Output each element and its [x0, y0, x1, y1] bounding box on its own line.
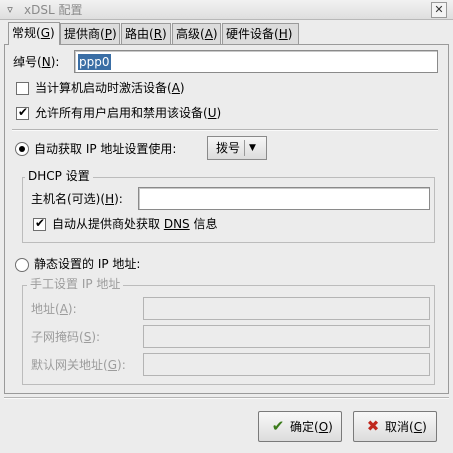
tab-label: 硬件设备: [226, 27, 275, 41]
combo-separator: [244, 140, 245, 156]
allow-users-mnemonic: U: [207, 106, 217, 120]
window-menu-icon[interactable]: ▿: [3, 3, 17, 17]
ip-method-value: 拨号: [216, 141, 241, 155]
ok-mnemonic: O: [318, 420, 329, 434]
address-label: 地址(A):: [31, 302, 77, 316]
activate-on-boot-mnemonic: A: [171, 81, 180, 95]
tab-mnemonic: H: [278, 27, 288, 41]
hostname-field[interactable]: [138, 187, 430, 210]
hostname-label: 主机名(可选)(H):: [31, 192, 123, 206]
auto-dns-mnemonic: DNS: [163, 217, 190, 231]
subnet-label-text: 子网掩码: [31, 330, 80, 344]
tab-mnemonic: P: [104, 27, 112, 41]
cancel-x-icon: ✖: [366, 417, 380, 435]
nickname-field[interactable]: ppp0: [74, 50, 438, 73]
nickname-mnemonic: N: [41, 55, 51, 69]
tab-mnemonic: A: [204, 27, 213, 41]
tab-provider[interactable]: 提供商(P): [60, 23, 120, 45]
dhcp-group-title: DHCP 设置: [25, 169, 93, 183]
gateway-mnemonic: G: [107, 358, 118, 372]
auto-ip-radio[interactable]: [15, 142, 29, 156]
tab-label: 常规: [12, 26, 37, 40]
cancel-button[interactable]: ✖ 取消(C): [353, 411, 437, 442]
static-ip-radio[interactable]: [15, 258, 29, 272]
tab-routing[interactable]: 路由(R): [121, 23, 171, 45]
allow-users-text: 允许所有用户启用和禁用该设备: [35, 106, 204, 120]
separator: [12, 129, 438, 131]
chevron-down-icon: ▼: [249, 143, 256, 153]
hostname-mnemonic: H: [105, 192, 115, 206]
window-titlebar: ▿ xDSL 配置 ✕: [0, 0, 453, 20]
ok-button[interactable]: ✔ 确定(O): [258, 411, 342, 442]
tab-general[interactable]: 常规(G): [8, 22, 60, 45]
window-title: xDSL 配置: [24, 3, 83, 17]
allow-users-label[interactable]: 允许所有用户启用和禁用该设备(U): [35, 105, 221, 121]
activate-on-boot-label[interactable]: 当计算机启动时激活设备(A): [35, 80, 185, 96]
ok-button-label: 确定(O): [290, 420, 333, 434]
address-mnemonic: A: [59, 302, 68, 316]
tab-hardware[interactable]: 硬件设备(H): [222, 23, 299, 45]
close-icon[interactable]: ✕: [431, 2, 447, 18]
cancel-mnemonic: C: [413, 420, 423, 434]
checkmark-icon: ✔: [271, 417, 285, 435]
button-area-separator: [4, 397, 449, 399]
manual-ip-group-title: 手工设置 IP 地址: [27, 277, 124, 291]
cancel-button-label: 取消(C): [385, 420, 427, 434]
gateway-label: 默认网关地址(G):: [31, 358, 126, 372]
auto-dns-text-suffix: 信息: [189, 217, 218, 231]
radio-dot: [19, 146, 25, 152]
tab-advanced[interactable]: 高级(A): [172, 23, 221, 45]
allow-users-checkbox[interactable]: ✔: [16, 105, 29, 120]
nickname-label-text: 绰号: [13, 55, 38, 69]
subnet-mnemonic: S: [83, 330, 92, 344]
subnet-mask-field[interactable]: [143, 325, 430, 348]
auto-ip-label[interactable]: 自动获取 IP 地址设置使用:: [34, 141, 176, 157]
tab-label: 提供商: [64, 27, 101, 41]
auto-dns-label[interactable]: 自动从提供商处获取 DNS 信息: [52, 216, 218, 232]
hostname-label-text: 主机名(可选): [31, 192, 101, 206]
auto-dns-text-prefix: 自动从提供商处获取: [52, 217, 164, 231]
gateway-field[interactable]: [143, 353, 430, 376]
tab-mnemonic: G: [40, 26, 51, 40]
nickname-value: ppp0: [78, 54, 111, 70]
checkmark-icon: ✔: [18, 105, 29, 119]
address-label-text: 地址: [31, 302, 56, 316]
gateway-label-text: 默认网关地址: [31, 358, 104, 372]
cancel-label-text: 取消: [385, 420, 410, 434]
nickname-label: 绰号(N):: [13, 55, 60, 69]
ip-method-combo[interactable]: 拨号 ▼: [207, 136, 267, 160]
checkmark-icon: ✔: [35, 216, 46, 230]
tab-label: 高级: [176, 27, 201, 41]
auto-dns-checkbox[interactable]: ✔: [33, 216, 46, 231]
activate-on-boot-text: 当计算机启动时激活设备: [35, 81, 168, 95]
activate-on-boot-checkbox[interactable]: [16, 82, 29, 95]
subnet-mask-label: 子网掩码(S):: [31, 330, 101, 344]
ok-label-text: 确定: [290, 420, 315, 434]
tab-mnemonic: R: [153, 27, 163, 41]
static-ip-label[interactable]: 静态设置的 IP 地址:: [34, 256, 140, 272]
tab-label: 路由: [125, 27, 150, 41]
address-field[interactable]: [143, 297, 430, 320]
